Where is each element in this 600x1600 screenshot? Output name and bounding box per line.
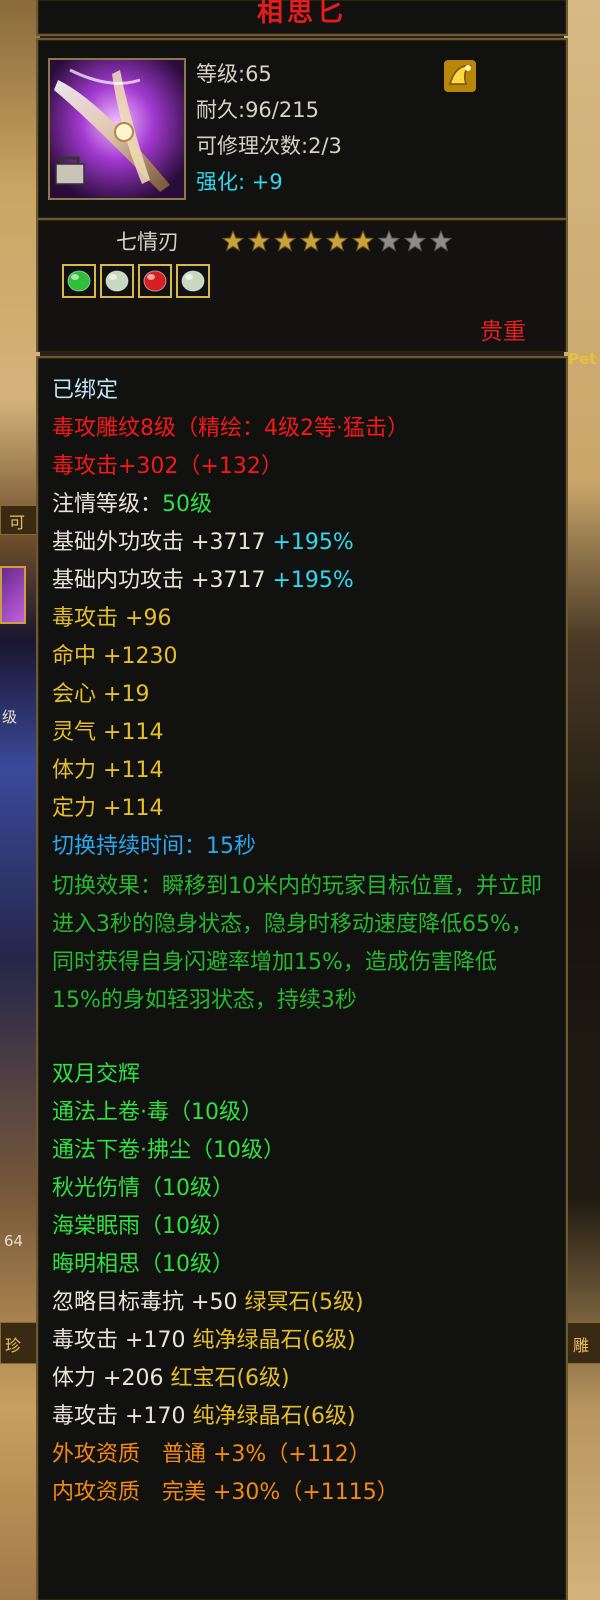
stat-line: 体力 +114 bbox=[52, 756, 163, 786]
stat-label: 基础内功攻击 bbox=[52, 568, 185, 593]
red-gem-icon[interactable] bbox=[138, 264, 172, 298]
scene-label: 可 bbox=[9, 513, 26, 532]
green-gem-icon[interactable] bbox=[62, 264, 96, 298]
stat-value: +96 bbox=[125, 606, 172, 631]
skill-line: 海棠眠雨（10级） bbox=[52, 1214, 234, 1239]
gem-slot-panel: 七情刃 贵重 bbox=[36, 220, 568, 352]
gem-name: 纯净绿晶石(6级) bbox=[192, 1328, 356, 1353]
bound-status: 已绑定 bbox=[52, 378, 119, 403]
gem-name: 绿冥石(5级) bbox=[244, 1290, 364, 1315]
skill-line: 通法下卷·拂尘（10级） bbox=[52, 1138, 285, 1163]
stat-label: 命中 bbox=[52, 644, 97, 669]
internal-quality-line: 内攻资质 完美 +30%（+1115） bbox=[52, 1480, 399, 1505]
stat-line: 灵气 +114 bbox=[52, 718, 163, 748]
infuse-label: 注情等级： bbox=[52, 492, 163, 517]
star-rating bbox=[222, 230, 452, 252]
item-durability: 耐久:96/215 bbox=[196, 98, 319, 122]
gem-stat: 毒攻击 bbox=[52, 1328, 119, 1353]
gold-enhance-badge-icon bbox=[444, 60, 476, 92]
engrave-line: 毒攻雕纹8级（精绘：4级2等·猛击） bbox=[52, 416, 409, 441]
stat-line: 定力 +114 bbox=[52, 794, 163, 824]
stat-label: 会心 bbox=[52, 682, 97, 707]
gem-value: +170 bbox=[125, 1404, 186, 1429]
scene-tab-right-bottom: 雕 bbox=[566, 1322, 600, 1364]
item-title: 相思匕 bbox=[256, 0, 347, 28]
star-filled-icon bbox=[300, 230, 322, 252]
skill-line: 晦明相思（10级） bbox=[52, 1252, 234, 1277]
stat-percent: +195% bbox=[272, 568, 354, 593]
stat-line: 毒攻击 +96 bbox=[52, 604, 171, 634]
star-empty-icon bbox=[404, 230, 426, 252]
gem-slots bbox=[62, 264, 210, 298]
stat-label: 体力 bbox=[52, 758, 97, 783]
gem-value: +206 bbox=[103, 1366, 164, 1391]
star-filled-icon bbox=[274, 230, 296, 252]
item-enhance: 强化: +9 bbox=[196, 166, 283, 196]
skill-line: 通法上卷·毒（10级） bbox=[52, 1100, 263, 1125]
scene-label-number: 64 bbox=[4, 1232, 24, 1250]
stat-label: 毒攻击 bbox=[52, 606, 119, 631]
gem-value: +170 bbox=[125, 1328, 186, 1353]
item-detail-panel: 已绑定 毒攻雕纹8级（精绘：4级2等·猛击） 毒攻击+302（+132） 注情等… bbox=[36, 356, 568, 1600]
switch-duration-line: 切换持续时间：15秒 bbox=[52, 834, 256, 859]
star-empty-icon bbox=[378, 230, 400, 252]
stat-line: 命中 +1230 bbox=[52, 642, 177, 672]
gem-stat: 忽略目标毒抗 bbox=[52, 1290, 185, 1315]
external-quality-line: 外攻资质 普通 +3%（+112） bbox=[52, 1442, 371, 1467]
scene-label-right: Pet bbox=[568, 350, 597, 368]
stat-value: +3717 bbox=[191, 530, 266, 555]
weapon-type: 七情刃 bbox=[116, 230, 179, 254]
tooltip-title-bar: 相思匕 bbox=[36, 0, 568, 36]
gem-bonus-line: 体力 +206 红宝石(6级) bbox=[52, 1364, 290, 1394]
item-info-panel: 等级:65 耐久:96/215 可修理次数:2/3 强化: +9 bbox=[36, 38, 568, 220]
stat-line: 会心 +19 bbox=[52, 680, 149, 710]
white-jade-gem-icon-2[interactable] bbox=[176, 264, 210, 298]
skill-line: 秋光伤情（10级） bbox=[52, 1176, 234, 1201]
scene-tab-left-bottom: 珍 bbox=[0, 1322, 40, 1364]
star-empty-icon bbox=[430, 230, 452, 252]
stat-label: 定力 bbox=[52, 796, 97, 821]
item-repair-count: 可修理次数:2/3 bbox=[196, 134, 342, 158]
stat-value: +114 bbox=[103, 758, 164, 783]
stat-value: +114 bbox=[103, 796, 164, 821]
gem-bonus-line: 毒攻击 +170 纯净绿晶石(6级) bbox=[52, 1326, 356, 1356]
gem-stat: 体力 bbox=[52, 1366, 97, 1391]
white-jade-gem-icon[interactable] bbox=[100, 264, 134, 298]
base-internal-attack-line: 基础内功攻击 +3717 +195% bbox=[52, 566, 354, 596]
gem-bonus-line: 毒攻击 +170 纯净绿晶石(6级) bbox=[52, 1402, 356, 1432]
scene-thumbnail bbox=[0, 566, 26, 624]
star-filled-icon bbox=[352, 230, 374, 252]
dagger-weapon-icon bbox=[50, 60, 184, 198]
infuse-value: 50级 bbox=[162, 492, 213, 517]
scene-label: 珍 bbox=[5, 1336, 22, 1355]
rarity-label: 贵重 bbox=[480, 319, 526, 345]
enhance-label: 强化: bbox=[196, 170, 246, 194]
stat-percent: +195% bbox=[272, 530, 354, 555]
gem-stat: 毒攻击 bbox=[52, 1404, 119, 1429]
enhance-value: +9 bbox=[251, 170, 283, 194]
stat-value: +1230 bbox=[103, 644, 178, 669]
switch-effect-description: 切换效果：瞬移到10米内的玩家目标位置，并立即进入3秒的隐身状态，隐身时移动速度… bbox=[52, 874, 542, 1013]
infuse-level-line: 注情等级：50级 bbox=[52, 490, 212, 520]
scene-label: 雕 bbox=[573, 1336, 590, 1355]
stat-value: +19 bbox=[103, 682, 150, 707]
gem-value: +50 bbox=[191, 1290, 238, 1315]
stat-value: +3717 bbox=[191, 568, 266, 593]
item-icon bbox=[48, 58, 186, 200]
star-filled-icon bbox=[326, 230, 348, 252]
stat-label: 灵气 bbox=[52, 720, 97, 745]
set-name: 双月交辉 bbox=[52, 1062, 141, 1087]
stat-label: 基础外功攻击 bbox=[52, 530, 185, 555]
star-filled-icon bbox=[248, 230, 270, 252]
gem-name: 纯净绿晶石(6级) bbox=[192, 1404, 356, 1429]
scene-label-level: 级 bbox=[2, 708, 18, 726]
item-level: 等级:65 bbox=[196, 62, 272, 86]
star-filled-icon bbox=[222, 230, 244, 252]
poison-attack-line: 毒攻击+302（+132） bbox=[52, 454, 283, 479]
gem-bonus-line: 忽略目标毒抗 +50 绿冥石(5级) bbox=[52, 1288, 364, 1318]
gem-name: 红宝石(6级) bbox=[170, 1366, 290, 1391]
base-external-attack-line: 基础外功攻击 +3717 +195% bbox=[52, 528, 354, 558]
scene-tab-left: 可 bbox=[0, 505, 40, 535]
stat-value: +114 bbox=[103, 720, 164, 745]
